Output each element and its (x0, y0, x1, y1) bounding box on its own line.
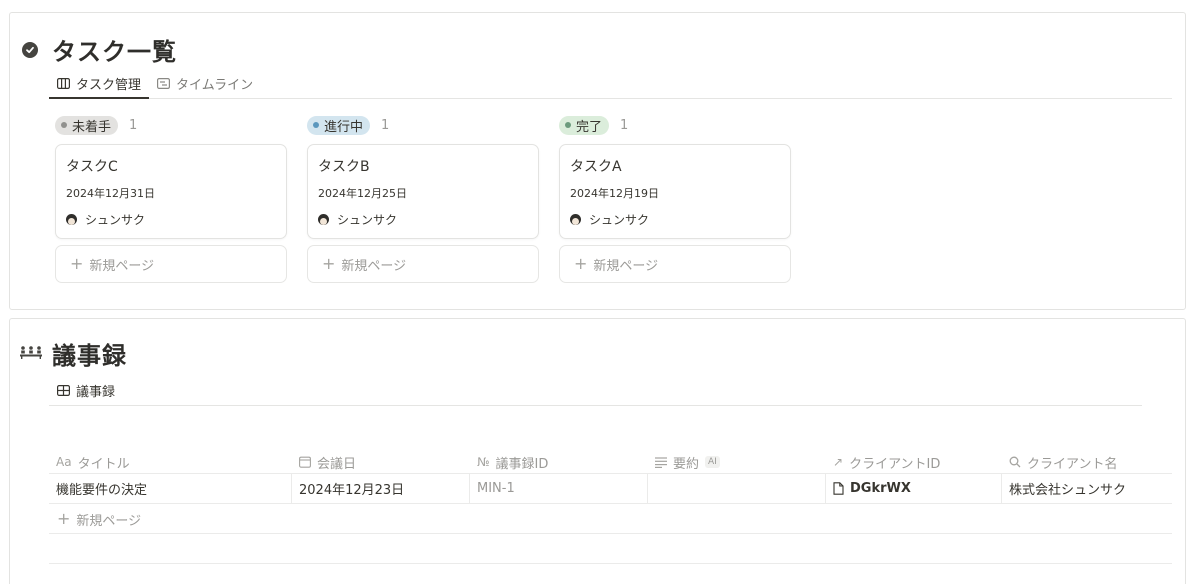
card-owner: シュンサク (66, 211, 276, 228)
tab-label: 議事録 (76, 384, 116, 400)
task-view-tabs: タスク管理 タイムライン (49, 69, 1172, 99)
column-count: 1 (129, 117, 138, 133)
card-title: タスクB (318, 159, 370, 175)
column-label: タイトル (77, 456, 130, 472)
column-header-client-id[interactable]: ↗ クライアントID (826, 451, 1002, 473)
plus-icon: + (322, 254, 336, 273)
column-header: 完了 1 (559, 115, 791, 135)
status-pill[interactable]: 未着手 (55, 115, 119, 135)
status-label: 完了 (576, 119, 603, 135)
number-icon: № (477, 455, 490, 469)
cell-client-id[interactable]: DGkrWX (826, 474, 1002, 503)
cell-title[interactable]: 機能要件の決定 (49, 474, 292, 503)
status-label: 未着手 (72, 119, 112, 135)
card-date: 2024年12月31日 (66, 187, 155, 200)
new-page-label: 新規ページ (341, 258, 407, 274)
meeting-icon (20, 344, 42, 363)
card-date: 2024年12月25日 (318, 187, 407, 200)
tab-minutes-table[interactable]: 議事録 (49, 375, 123, 405)
search-icon (1009, 456, 1021, 468)
status-dot (61, 122, 67, 128)
cell-summary[interactable] (648, 474, 826, 503)
page-title: タスク一覧 (52, 38, 177, 66)
status-dot (565, 122, 571, 128)
column-header-client-name[interactable]: クライアント名 (1002, 451, 1172, 473)
text-aa-icon: Aa (56, 455, 72, 469)
plus-icon: + (57, 509, 71, 528)
avatar (570, 214, 581, 225)
new-page-button[interactable]: + 新規ページ (307, 245, 539, 283)
column-label: クライアントID (849, 456, 941, 472)
calendar-icon (299, 456, 311, 468)
status-dot (313, 122, 319, 128)
tab-label: タスク管理 (76, 77, 142, 93)
new-page-button[interactable]: + 新規ページ (559, 245, 791, 283)
new-page-label: 新規ページ (76, 513, 142, 529)
ai-badge: AI (705, 456, 720, 468)
page-icon (833, 482, 844, 495)
table-header: Aa タイトル 会議日 № 議事録ID 要約 AI ↗ クライアントID クライ… (49, 451, 1172, 474)
board-column-not-started: 未着手 1 タスクC 2024年12月31日 シュンサク + 新規ページ (55, 115, 287, 283)
card-date: 2024年12月19日 (570, 187, 659, 200)
new-page-label: 新規ページ (593, 258, 659, 274)
avatar (66, 214, 77, 225)
table-footer-divider (49, 563, 1172, 564)
plus-icon: + (70, 254, 84, 273)
column-header-title[interactable]: Aa タイトル (49, 451, 292, 473)
table-row[interactable]: 機能要件の決定 2024年12月23日 MIN-1 DGkrWX 株式会社シュン… (49, 474, 1172, 504)
task-list-panel: タスク一覧 タスク管理 タイムライン 未着手 1 タスクC 2024年12月31… (9, 12, 1186, 310)
relation-arrow-icon: ↗ (833, 455, 844, 469)
owner-name: シュンサク (85, 213, 146, 227)
column-label: 会議日 (317, 456, 357, 472)
table-icon (57, 384, 70, 396)
minutes-panel: 議事録 議事録 Aa タイトル 会議日 № 議事録ID 要約 AI ↗ クライア… (9, 318, 1186, 584)
minutes-title: 議事録 (52, 342, 127, 370)
owner-name: シュンサク (337, 213, 398, 227)
board-column-in-progress: 進行中 1 タスクB 2024年12月25日 シュンサク + 新規ページ (307, 115, 539, 283)
column-header-date[interactable]: 会議日 (292, 451, 470, 473)
task-list-header: タスク一覧 (22, 32, 177, 67)
card-title: タスクA (570, 159, 622, 175)
board-icon (57, 77, 70, 89)
task-card[interactable]: タスクC 2024年12月31日 シュンサク (55, 144, 287, 239)
cell-client-name[interactable]: 株式会社シュンサク (1002, 474, 1172, 503)
tab-task-management[interactable]: タスク管理 (49, 68, 150, 99)
column-label: クライアント名 (1027, 456, 1118, 472)
status-pill[interactable]: 完了 (559, 115, 610, 135)
new-page-label: 新規ページ (89, 258, 155, 274)
column-label: 要約 (673, 456, 700, 472)
minutes-header: 議事録 (20, 336, 127, 371)
task-card[interactable]: タスクB 2024年12月25日 シュンサク (307, 144, 539, 239)
client-id-link[interactable]: DGkrWX (850, 481, 911, 496)
cell-date[interactable]: 2024年12月23日 (292, 474, 470, 503)
avatar (318, 214, 329, 225)
owner-name: シュンサク (589, 213, 650, 227)
minutes-view-tabs: 議事録 (49, 376, 1142, 406)
card-owner: シュンサク (318, 211, 528, 228)
column-header: 進行中 1 (307, 115, 539, 135)
column-header: 未着手 1 (55, 115, 287, 135)
column-count: 1 (620, 117, 629, 133)
card-title: タスクC (66, 159, 118, 175)
column-label: 議事録ID (495, 456, 549, 472)
timeline-icon (157, 77, 171, 89)
board-column-done: 完了 1 タスクA 2024年12月19日 シュンサク + 新規ページ (559, 115, 791, 283)
status-label: 進行中 (324, 119, 364, 135)
task-card[interactable]: タスクA 2024年12月19日 シュンサク (559, 144, 791, 239)
plus-icon: + (574, 254, 588, 273)
status-pill[interactable]: 進行中 (307, 115, 371, 135)
tab-timeline[interactable]: タイムライン (149, 68, 261, 98)
cell-minutes-id[interactable]: MIN-1 (470, 474, 648, 503)
new-page-button[interactable]: + 新規ページ (55, 245, 287, 283)
column-count: 1 (381, 117, 390, 133)
check-circle-icon (22, 41, 38, 58)
tab-label: タイムライン (176, 77, 254, 93)
table-new-page-button[interactable]: + 新規ページ (49, 505, 1172, 534)
column-header-summary[interactable]: 要約 AI (648, 451, 826, 473)
card-owner: シュンサク (570, 211, 780, 228)
column-header-minutes-id[interactable]: № 議事録ID (470, 451, 648, 473)
text-lines-icon (655, 456, 667, 468)
